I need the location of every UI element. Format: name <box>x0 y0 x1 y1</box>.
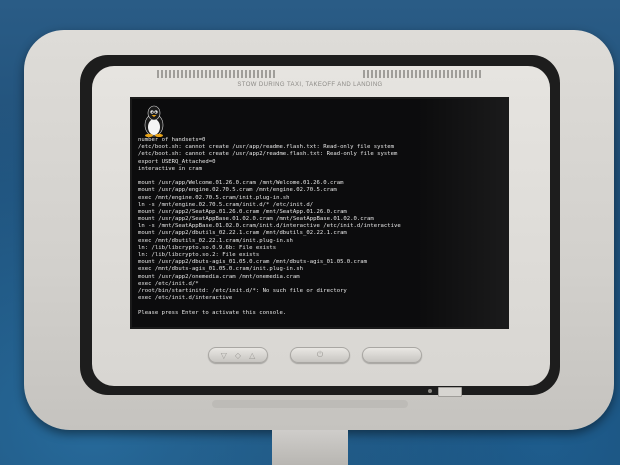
usb-port-icon[interactable] <box>438 387 462 397</box>
console-line: /root/bin/startinitd: /etc/init.d/*: No … <box>138 287 347 294</box>
stow-warning-label: STOW DURING TAXI, TAKEOFF AND LANDING <box>237 82 383 88</box>
monitor-stand <box>272 430 348 465</box>
console-line: export USERQ_Attached=0 <box>138 158 216 165</box>
bottom-slot <box>212 400 408 408</box>
console-line: Please press Enter to activate this cons… <box>138 309 287 316</box>
console-line: mount /usr/app2/dbutils_02.22.1.cram /mn… <box>138 230 347 237</box>
speaker-grille-left <box>157 70 277 78</box>
console-line: mount /usr/app/Welcome.01.26.0.cram /mnt… <box>138 180 344 187</box>
power-icon: ⏻ <box>316 350 324 359</box>
console-line: exec /etc/init.d/* <box>138 280 199 287</box>
down-arrow-icon: ▽ <box>220 350 227 360</box>
console-line: mount /usr/app/engine.02.70.5.cram /mnt/… <box>138 187 337 194</box>
console-line: mount /usr/app2/SeatApp.01.26.0.cram /mn… <box>138 208 347 215</box>
power-button[interactable]: ⏻ <box>290 347 350 363</box>
console-line: ln -s /mnt/engine.02.70.5.cram/init.d/* … <box>138 201 314 208</box>
diamond-icon: ◇ <box>234 350 242 360</box>
speaker-grille-right <box>363 70 483 78</box>
console-line: number of handsets=0 <box>138 137 206 143</box>
headphone-jack-icon[interactable] <box>428 389 432 393</box>
console-line: exec /mnt/dbuts-agis_01.05.0.cram/init.p… <box>138 266 304 273</box>
console-line: exec /mnt/dbutils_02.22.1.cram/init.plug… <box>138 237 293 244</box>
console-line: /etc/boot.sh: cannot create /usr/app2/re… <box>138 151 398 158</box>
console-line: mount /usr/app2/onemedia.cram /mnt/oneme… <box>138 273 300 280</box>
console-line: exec /etc/init.d/interactive <box>138 295 233 302</box>
boot-console-output: number of handsets=0/etc/boot.sh: cannot… <box>138 137 503 317</box>
console-line: ln: /lib/libcrypto.so.0.9.6b: File exist… <box>138 244 277 251</box>
blank-button[interactable] <box>362 347 422 363</box>
console-line: mount /usr/app2/SeatAppBase.01.02.0.cram… <box>138 216 374 223</box>
up-arrow-icon: △ <box>249 350 256 360</box>
console-line: interactive in cram <box>138 165 202 172</box>
navigation-button[interactable]: ▽ ◇ △ <box>208 347 268 363</box>
tux-penguin-logo <box>144 105 164 137</box>
display-screen[interactable]: number of handsets=0/etc/boot.sh: cannot… <box>130 97 509 329</box>
console-line: exec /mnt/engine.02.70.5.cram/init.plug-… <box>138 194 290 201</box>
console-line: ln: /lib/libcrypto.so.2: File exists <box>138 252 260 258</box>
console-line: ln -s /mnt/SeatAppBase.01.02.0.cram/init… <box>138 223 401 230</box>
console-line: /etc/boot.sh: cannot create /usr/app/rea… <box>138 144 394 151</box>
console-line: mount /usr/app2/dbuts-agis_01.05.0.cram … <box>138 259 368 266</box>
